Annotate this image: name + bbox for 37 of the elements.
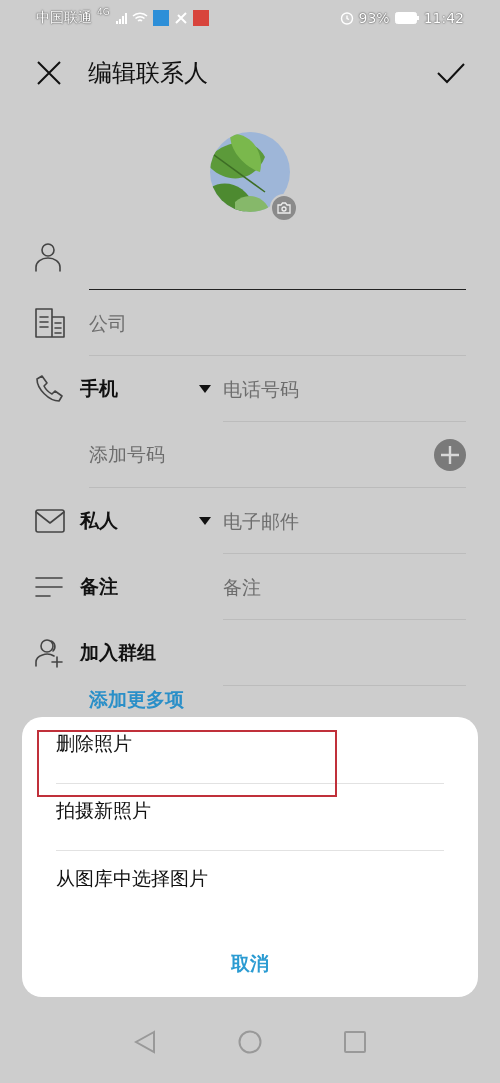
close-button[interactable]: [36, 60, 62, 86]
add-group-icon: [34, 638, 64, 668]
confirm-button[interactable]: [436, 61, 466, 85]
app-icon: [152, 10, 169, 26]
value-field[interactable]: 电话号码: [223, 356, 466, 422]
camera-badge[interactable]: [270, 194, 298, 222]
type-dropdown[interactable]: 手机: [79, 356, 223, 422]
recents-button[interactable]: [344, 1030, 366, 1053]
type-dropdown[interactable]: 私人: [79, 488, 223, 554]
sheet-option[interactable]: 从图库中选择图片: [56, 851, 444, 918]
mail-icon: [34, 508, 66, 534]
field-label: 加入群组: [80, 640, 158, 665]
window-title: 编辑联系人: [88, 58, 209, 89]
battery-icon: [394, 12, 419, 24]
company-field[interactable]: 公司: [89, 290, 466, 356]
app-icon: [173, 11, 188, 25]
field-label: 备注: [80, 574, 120, 599]
network-type: 4G: [97, 7, 110, 17]
battery-percent: 93%: [358, 10, 390, 26]
phone-icon: [34, 374, 64, 404]
person-icon: [34, 242, 62, 272]
sheet-option[interactable]: 删除照片: [56, 717, 444, 784]
app-icon: [192, 10, 209, 26]
building-icon: [34, 307, 66, 339]
sheet-option[interactable]: 拍摄新照片: [56, 784, 444, 851]
clock: 11:42: [423, 10, 464, 26]
signal-icon: [114, 12, 127, 24]
value-field[interactable]: 电子邮件: [223, 488, 466, 554]
add-button[interactable]: [434, 438, 466, 471]
alarm-icon: [339, 11, 354, 25]
value-field[interactable]: 备注: [223, 554, 466, 620]
back-button[interactable]: [134, 1029, 156, 1054]
caret-icon: [199, 517, 211, 525]
wifi-icon: [131, 12, 148, 24]
home-button[interactable]: [238, 1029, 262, 1054]
caret-icon: [199, 385, 211, 393]
notes-icon: [34, 575, 64, 599]
